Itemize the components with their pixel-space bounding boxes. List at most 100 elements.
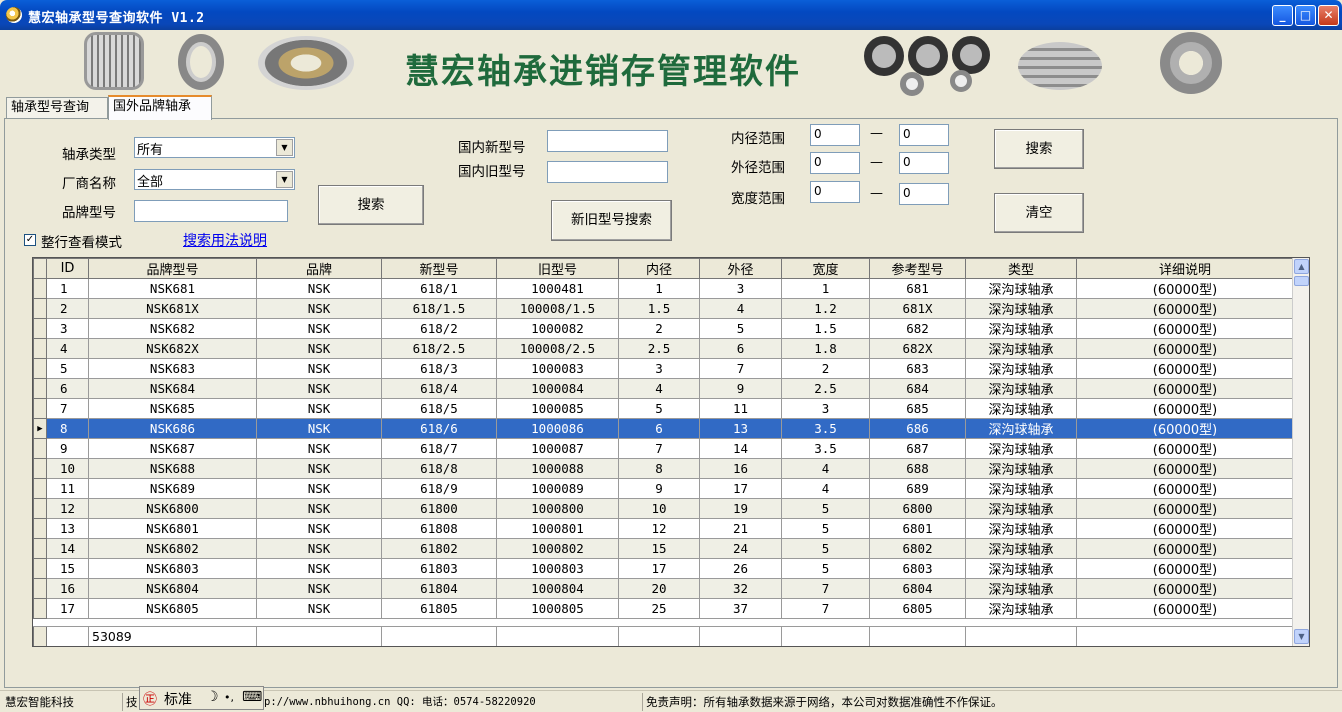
brand-model-cell[interactable]: NSK682X xyxy=(88,338,257,359)
old-model-cell[interactable]: 1000803 xyxy=(496,558,619,579)
id-cell[interactable]: 8 xyxy=(46,418,89,439)
width-cell[interactable]: 3 xyxy=(781,398,870,419)
old-model-cell[interactable]: 1000481 xyxy=(496,278,619,299)
outer-diameter-cell[interactable]: 7 xyxy=(699,358,782,379)
old-model-cell[interactable]: 1000801 xyxy=(496,518,619,539)
brand-cell[interactable]: NSK xyxy=(256,498,382,519)
table-row[interactable]: 11 NSK689 NSK 618/9 1000089 9 17 4 689 深沟球轴承 (6000… xyxy=(33,478,1294,499)
width-min-input[interactable]: 0 xyxy=(810,181,860,203)
maximize-button[interactable]: □ xyxy=(1295,5,1316,26)
brand-cell[interactable]: NSK xyxy=(256,438,382,459)
width-cell[interactable]: 5 xyxy=(781,518,870,539)
outer-diameter-cell[interactable]: 26 xyxy=(699,558,782,579)
width-cell[interactable]: 4 xyxy=(781,478,870,499)
brand-model-cell[interactable]: NSK688 xyxy=(88,458,257,479)
detail-cell[interactable]: (60000型) xyxy=(1076,418,1294,439)
brand-cell[interactable]: NSK xyxy=(256,598,382,619)
outer-max-input[interactable]: 0 xyxy=(899,152,949,174)
inner-diameter-cell[interactable]: 12 xyxy=(618,518,700,539)
detail-cell[interactable]: (60000型) xyxy=(1076,518,1294,539)
new-model-cell[interactable]: 618/3 xyxy=(381,358,497,379)
brand-model-cell[interactable]: NSK6803 xyxy=(88,558,257,579)
new-model-cell[interactable]: 618/8 xyxy=(381,458,497,479)
brand-cell[interactable]: NSK xyxy=(256,478,382,499)
row-indicator[interactable] xyxy=(33,538,47,559)
type-cell[interactable]: 深沟球轴承 xyxy=(965,498,1077,519)
new-model-cell[interactable]: 618/5 xyxy=(381,398,497,419)
brand-model-cell[interactable]: NSK6805 xyxy=(88,598,257,619)
range-search-button[interactable]: 搜索 xyxy=(994,129,1084,169)
domestic-new-model-input[interactable] xyxy=(547,130,668,152)
brand-cell[interactable]: NSK xyxy=(256,338,382,359)
detail-cell[interactable]: (60000型) xyxy=(1076,478,1294,499)
reference-model-cell[interactable]: 682 xyxy=(869,318,966,339)
id-cell[interactable]: 12 xyxy=(46,498,89,519)
outer-min-input[interactable]: 0 xyxy=(810,152,860,174)
title-bar[interactable]: 慧宏轴承型号查询软件 V1.2 _ □ ✕ xyxy=(0,0,1342,30)
column-header[interactable]: 类型 xyxy=(965,258,1077,279)
old-model-cell[interactable]: 1000802 xyxy=(496,538,619,559)
old-model-cell[interactable]: 1000800 xyxy=(496,498,619,519)
detail-cell[interactable]: (60000型) xyxy=(1076,458,1294,479)
inner-diameter-cell[interactable]: 10 xyxy=(618,498,700,519)
reference-model-cell[interactable]: 6804 xyxy=(869,578,966,599)
domestic-old-model-input[interactable] xyxy=(547,161,668,183)
type-cell[interactable]: 深沟球轴承 xyxy=(965,378,1077,399)
new-model-cell[interactable]: 61805 xyxy=(381,598,497,619)
row-indicator[interactable] xyxy=(33,518,47,539)
brand-model-cell[interactable]: NSK681 xyxy=(88,278,257,299)
brand-cell[interactable]: NSK xyxy=(256,578,382,599)
new-model-cell[interactable]: 61803 xyxy=(381,558,497,579)
type-cell[interactable]: 深沟球轴承 xyxy=(965,278,1077,299)
search-button[interactable]: 搜索 xyxy=(318,185,424,225)
ime-toolbar[interactable]: ㊣ 标准 ☽ •, ⌨ xyxy=(139,686,264,710)
width-cell[interactable]: 2 xyxy=(781,358,870,379)
inner-diameter-cell[interactable]: 3 xyxy=(618,358,700,379)
brand-cell[interactable]: NSK xyxy=(256,398,382,419)
type-cell[interactable]: 深沟球轴承 xyxy=(965,478,1077,499)
inner-max-input[interactable]: 0 xyxy=(899,124,949,146)
reference-model-cell[interactable]: 685 xyxy=(869,398,966,419)
new-model-cell[interactable]: 61802 xyxy=(381,538,497,559)
scroll-up-icon[interactable]: ▲ xyxy=(1294,259,1309,274)
brand-model-input[interactable] xyxy=(134,200,288,222)
reference-model-cell[interactable]: 681X xyxy=(869,298,966,319)
table-row[interactable]: 14 NSK6802 NSK 61802 1000802 15 24 5 6802 深沟球轴承 (6… xyxy=(33,538,1294,559)
width-cell[interactable]: 5 xyxy=(781,538,870,559)
type-cell[interactable]: 深沟球轴承 xyxy=(965,558,1077,579)
table-row[interactable]: 5 NSK683 NSK 618/3 1000083 3 7 2 683 深沟球轴承 (60000型… xyxy=(33,358,1294,379)
outer-diameter-cell[interactable]: 5 xyxy=(699,318,782,339)
brand-model-cell[interactable]: NSK6802 xyxy=(88,538,257,559)
reference-model-cell[interactable]: 6800 xyxy=(869,498,966,519)
width-cell[interactable]: 1.8 xyxy=(781,338,870,359)
outer-diameter-cell[interactable]: 3 xyxy=(699,278,782,299)
table-row[interactable]: 6 NSK684 NSK 618/4 1000084 4 9 2.5 684 深沟球轴承 (6000… xyxy=(33,378,1294,399)
width-cell[interactable]: 7 xyxy=(781,598,870,619)
outer-diameter-cell[interactable]: 13 xyxy=(699,418,782,439)
outer-diameter-cell[interactable]: 16 xyxy=(699,458,782,479)
brand-model-cell[interactable]: NSK683 xyxy=(88,358,257,379)
column-header[interactable]: 旧型号 xyxy=(496,258,619,279)
outer-diameter-cell[interactable]: 4 xyxy=(699,298,782,319)
brand-cell[interactable]: NSK xyxy=(256,378,382,399)
row-indicator[interactable] xyxy=(33,558,47,579)
old-model-cell[interactable]: 1000085 xyxy=(496,398,619,419)
id-cell[interactable]: 6 xyxy=(46,378,89,399)
column-header[interactable]: 详细说明 xyxy=(1076,258,1294,279)
id-cell[interactable]: 11 xyxy=(46,478,89,499)
detail-cell[interactable]: (60000型) xyxy=(1076,278,1294,299)
type-cell[interactable]: 深沟球轴承 xyxy=(965,578,1077,599)
reference-model-cell[interactable]: 687 xyxy=(869,438,966,459)
type-cell[interactable]: 深沟球轴承 xyxy=(965,358,1077,379)
type-cell[interactable]: 深沟球轴承 xyxy=(965,418,1077,439)
table-row[interactable]: 9 NSK687 NSK 618/7 1000087 7 14 3.5 687 深沟球轴承 (600… xyxy=(33,438,1294,459)
reference-model-cell[interactable]: 6803 xyxy=(869,558,966,579)
width-cell[interactable]: 3.5 xyxy=(781,438,870,459)
brand-cell[interactable]: NSK xyxy=(256,278,382,299)
brand-model-cell[interactable]: NSK685 xyxy=(88,398,257,419)
inner-diameter-cell[interactable]: 1.5 xyxy=(618,298,700,319)
inner-diameter-cell[interactable]: 1 xyxy=(618,278,700,299)
brand-cell[interactable]: NSK xyxy=(256,458,382,479)
detail-cell[interactable]: (60000型) xyxy=(1076,338,1294,359)
reference-model-cell[interactable]: 688 xyxy=(869,458,966,479)
